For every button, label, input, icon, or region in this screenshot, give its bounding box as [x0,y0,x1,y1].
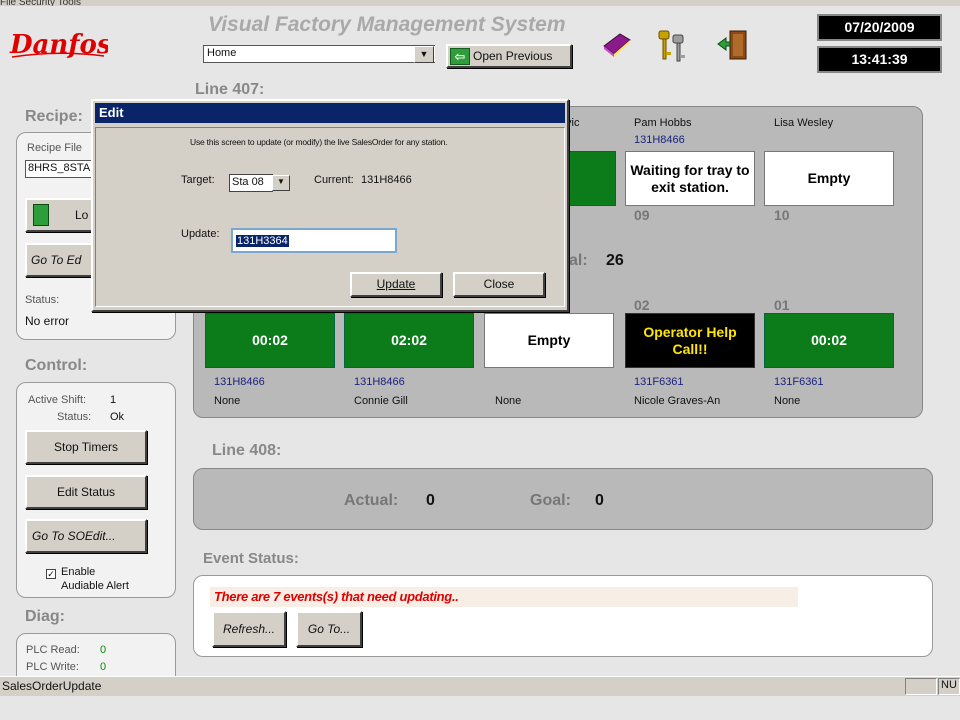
target-label: Target: [181,174,215,186]
time-display: 13:41:39 [817,46,942,73]
enable-alert-label-line2: Audiable Alert [61,580,129,592]
line-408-actual-label: Actual: [344,492,399,509]
line-408-goal-label: Goal: [530,492,571,509]
go-to-button[interactable]: Go To... [296,611,362,647]
status-label: Status: [25,294,60,306]
chevron-down-icon[interactable]: ▼ [272,175,290,191]
recipe-file-field[interactable]: 8HRS_8STA [25,160,95,178]
station-tile[interactable]: 00:02 [205,313,335,368]
station-02-number: 02 [634,297,650,313]
recipe-title: Recipe: [25,108,83,125]
line-408-title: Line 408: [212,442,282,459]
station-person: None [495,395,522,407]
station-so: 131H8466 [214,376,265,388]
open-previous-button[interactable]: ⇦ Open Previous [446,44,572,68]
close-button[interactable]: Close [453,272,545,297]
enable-alert-checkbox[interactable]: ✓ [46,569,56,579]
chevron-down-icon[interactable]: ▼ [414,46,434,63]
app-window: File Security Tools Danfoss Visual Facto… [0,0,960,720]
control-title: Control: [25,357,88,374]
update-input[interactable]: 131H3364 [231,228,397,253]
book-icon[interactable] [600,30,634,60]
plc-read-label: PLC Read: [26,644,80,656]
load-label: Lo [75,208,89,222]
station-so: 131F6361 [774,376,824,388]
station-10-number: 10 [774,207,790,223]
line-407-goal-value: 26 [606,252,624,269]
control-status-value: Ok [110,411,125,423]
back-arrow-icon: ⇦ [450,47,470,65]
enable-alert-label-line1: Enable [61,566,96,578]
status-bar: SalesOrderUpdate NU [0,676,960,696]
station-02-tile[interactable]: Operator Help Call!! [625,313,755,368]
active-shift-label: Active Shift: [28,394,87,406]
event-status-title: Event Status: [203,550,299,567]
target-select[interactable]: Sta 08 [229,174,273,192]
station-so: 131H8466 [354,376,405,388]
line-408-actual-value: 0 [426,492,435,509]
plc-read-value: 0 [100,644,107,656]
edit-status-button[interactable]: Edit Status [25,475,147,509]
load-icon [33,204,49,226]
diag-title: Diag: [25,608,65,625]
station-09-so: 131H8466 [634,134,685,146]
plc-write-label: PLC Write: [26,661,79,673]
plc-write-value: 0 [100,661,107,673]
station-so: 131F6361 [634,376,684,388]
station-person: None [214,395,241,407]
stop-timers-button[interactable]: Stop Timers [25,430,147,464]
station-01-tile[interactable]: 00:02 [764,313,894,368]
danfoss-logo: Danfoss [9,30,108,60]
exit-door-icon[interactable] [716,28,752,62]
station-09-number: 09 [634,207,650,223]
view-select[interactable]: Home [203,45,435,63]
station-10-tile[interactable]: Empty [764,151,894,206]
recipe-file-label: Recipe File [27,142,83,154]
status-bar-cell [905,678,937,695]
station-tile[interactable]: 02:02 [344,313,474,368]
current-value: 131H8466 [361,174,412,186]
station-10-person: Lisa Wesley [774,117,834,129]
menubar[interactable]: File Security Tools [0,0,960,6]
station-09-person: Pam Hobbs [634,117,692,129]
app-title: Visual Factory Management System [208,13,566,36]
station-01-number: 01 [774,297,790,313]
station-tile[interactable]: Empty [484,313,614,368]
event-message: There are 7 events(s) that need updating… [210,587,798,607]
control-status-label: Status: [57,411,92,423]
status-value: No error [25,314,70,328]
dialog-instructions: Use this screen to update (or modify) th… [190,137,448,147]
active-shift-value: 1 [110,394,117,406]
station-person: None [774,395,801,407]
window-bottom [0,696,960,720]
go-to-soedit-button[interactable]: Go To SOEdit... [25,519,147,553]
enable-alert-label: Enable Audiable Alert [61,565,129,593]
refresh-button[interactable]: Refresh... [212,611,286,647]
date-display: 07/20/2009 [817,14,942,41]
status-bar-num: NU [938,678,960,695]
line-407-title: Line 407: [195,81,265,98]
line-408-goal-value: 0 [595,492,604,509]
station-person: Connie Gill [354,395,408,407]
keys-icon[interactable] [655,28,689,64]
line-407-goal-label: al: [569,252,588,269]
open-previous-label: Open Previous [473,49,553,63]
station-09-tile[interactable]: Waiting for tray to exit station. [625,151,755,206]
update-label: Update: [181,228,220,240]
update-input-value: 131H3364 [236,235,289,247]
current-label: Current: [314,174,354,186]
status-bar-text: SalesOrderUpdate [2,679,102,693]
station-person: Nicole Graves-An [634,395,721,407]
dialog-title: Edit [95,103,565,123]
update-button[interactable]: Update [350,272,442,297]
